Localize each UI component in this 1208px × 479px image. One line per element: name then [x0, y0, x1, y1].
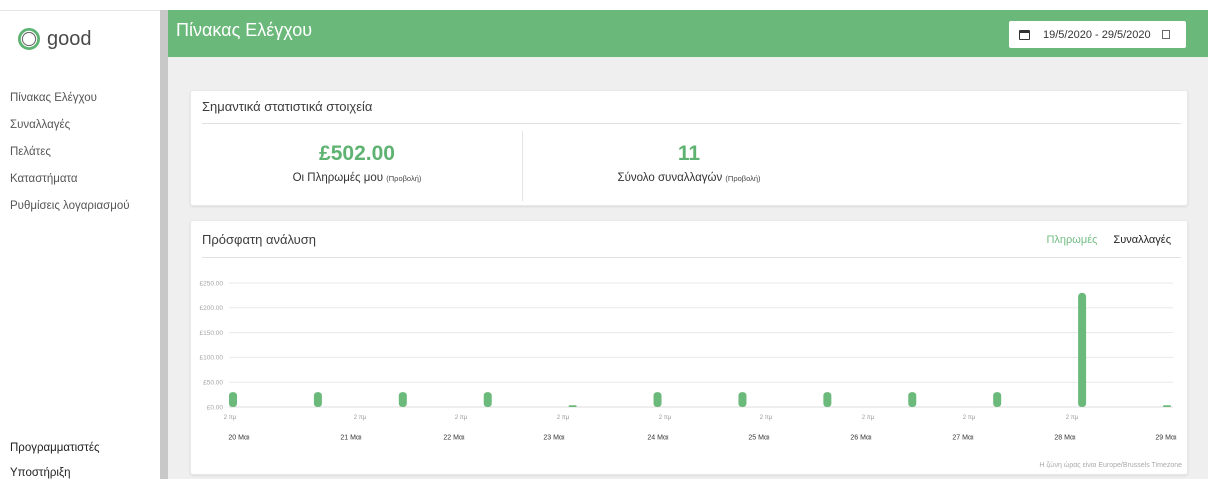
stat-payments: £502.00 Οι Πληρωμές μου (Προβολή) [191, 124, 523, 204]
sidebar-item-customers[interactable]: Πελάτες [10, 139, 158, 166]
y-tick-label: £150.00 [200, 330, 224, 337]
tab-payments[interactable]: Πληρωμές [1046, 232, 1097, 248]
stat-payments-label-row: Οι Πληρωμές μου (Προβολή) [191, 171, 523, 186]
x-tick-date-label: 27 Μαι [952, 435, 974, 442]
analysis-tabs: Πληρωμές Συναλλαγές [1046, 232, 1171, 248]
sidebar-item-account-settings[interactable]: Ρυθμίσεις λογαριασμού [10, 193, 158, 220]
sidebar-nav: Πίνακας Ελέγχου Συναλλαγές Πελάτες Κατασ… [10, 85, 158, 220]
x-tick-time-label: 2 πμ [354, 415, 367, 421]
stat-payments-view-link[interactable]: (Προβολή) [386, 174, 421, 183]
timezone-note: Η ζώνη ώρας είναι Europe/Brussels Timezo… [1039, 462, 1182, 469]
x-tick-date-label: 25 Μαι [748, 435, 770, 442]
x-tick-date-label: 29 Μαι [1155, 435, 1177, 442]
sidebar: good Πίνακας Ελέγχου Συναλλαγές Πελάτες … [0, 10, 160, 479]
stat-transactions-value: 11 [677, 142, 701, 165]
top-header: Πίνακας Ελέγχου 19/5/2020 - 29/5/2020 [168, 10, 1208, 57]
stat-transactions: 11 Σύνολο συναλλαγών (Προβολή) [523, 124, 855, 204]
page-title: Πίνακας Ελέγχου [176, 20, 313, 40]
logo-text: good [47, 28, 92, 50]
date-range-text: 19/5/2020 - 29/5/2020 [1043, 28, 1151, 41]
chart-bar [653, 392, 662, 407]
chart-bar [398, 392, 407, 407]
sidebar-item-transactions[interactable]: Συναλλαγές [10, 112, 158, 139]
key-stats-title: Σημαντικά στατιστικά στοιχεία [202, 99, 373, 114]
sidebar-scrollbar[interactable] [160, 10, 168, 479]
chart-bar [568, 405, 577, 407]
chart-bar [993, 392, 1002, 407]
x-tick-time-label: 2 πμ [224, 415, 237, 421]
y-tick-label: £100.00 [200, 355, 224, 362]
tab-transactions[interactable]: Συναλλαγές [1113, 232, 1171, 248]
sidebar-item-dashboard[interactable]: Πίνακας Ελέγχου [10, 85, 158, 112]
chart-bar [823, 392, 832, 407]
calendar-icon [1019, 29, 1030, 40]
stat-payments-label: Οι Πληρωμές μου [292, 172, 384, 184]
x-tick-time-label: 2 πμ [963, 415, 976, 421]
x-tick-date-label: 26 Μαι [850, 435, 872, 442]
x-tick-time-label: 2 πμ [1066, 415, 1079, 421]
recent-analysis-card: Πρόσφατη ανάλυση Πληρωμές Συναλλαγές £0.… [190, 220, 1188, 475]
x-tick-time-label: 2 πμ [659, 415, 672, 421]
x-tick-time-label: 2 πμ [455, 415, 468, 421]
x-tick-time-label: 2 πμ [862, 415, 875, 421]
chart-bar [1163, 405, 1171, 407]
sidebar-item-stores[interactable]: Καταστήματα [10, 166, 158, 193]
y-tick-label: £0.00 [207, 404, 224, 411]
y-tick-label: £200.00 [200, 305, 224, 312]
chart-bar [908, 392, 917, 407]
chart-title: Πρόσφατη ανάλυση [202, 232, 317, 247]
sidebar-item-support[interactable]: Υποστήριξη [10, 466, 158, 479]
key-stats-card: Σημαντικά στατιστικά στοιχεία £502.00 Οι… [190, 90, 1188, 206]
square-icon [1161, 30, 1170, 39]
x-tick-date-label: 23 Μαι [543, 435, 565, 442]
ring-logo-icon [17, 27, 41, 51]
chart-bar [483, 392, 492, 407]
y-tick-label: £250.00 [200, 280, 224, 287]
stat-payments-value: £502.00 [319, 142, 395, 165]
y-tick-label: £50.00 [203, 380, 223, 387]
x-tick-date-label: 22 Μαι [443, 435, 465, 442]
x-tick-date-label: 24 Μαι [647, 435, 669, 442]
logo[interactable]: good [17, 27, 92, 51]
chart-bar [1078, 292, 1087, 407]
sidebar-bottom-nav: Προγραμματιστές Υποστήριξη [10, 441, 158, 479]
chart-bar [738, 392, 747, 407]
stat-transactions-label-row: Σύνολο συναλλαγών (Προβολή) [523, 171, 855, 186]
chart-bar [229, 392, 237, 407]
date-range-picker[interactable]: 19/5/2020 - 29/5/2020 [1009, 21, 1186, 48]
x-tick-date-label: 28 Μαι [1054, 435, 1076, 442]
x-tick-time-label: 2 πμ [557, 415, 570, 421]
x-tick-time-label: 2 πμ [760, 415, 773, 421]
payments-bar-chart: £0.00 £50.00 £100.00 £150.00 £200.00 £250.00 2… [200, 280, 1178, 442]
stat-transactions-label: Σύνολο συναλλαγών [617, 172, 723, 184]
chart-bar [313, 392, 322, 407]
sidebar-item-developers[interactable]: Προγραμματιστές [10, 441, 158, 455]
x-tick-date-label: 20 Μαι [228, 435, 250, 442]
stat-transactions-view-link[interactable]: (Προβολή) [725, 174, 760, 183]
x-tick-date-label: 21 Μαι [340, 435, 362, 442]
